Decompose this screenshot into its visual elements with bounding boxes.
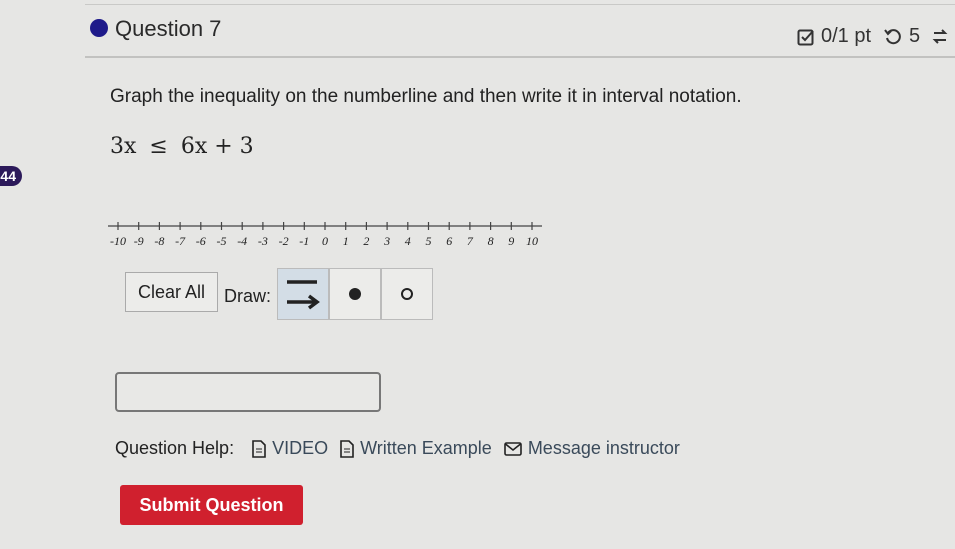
header-divider [85, 56, 955, 58]
written-example-label: Written Example [360, 438, 492, 458]
score-text: 0/1 pt [821, 25, 872, 47]
retry-icon[interactable] [883, 27, 903, 47]
envelope-icon [504, 441, 522, 456]
closed-dot-tool-button[interactable] [329, 268, 382, 320]
inequality-operator: ≤ [149, 134, 168, 159]
number-line-label: -9 [134, 234, 144, 248]
number-line-label: 1 [343, 234, 349, 248]
checkbox-icon [797, 29, 814, 45]
retries-count: 5 [909, 25, 921, 47]
open-dot-tool-button[interactable] [381, 268, 434, 320]
clear-all-button[interactable]: Clear All [125, 272, 219, 312]
message-instructor-label: Message instructor [527, 438, 680, 458]
number-line-label: -8 [154, 234, 164, 248]
number-line-label: -5 [217, 234, 227, 248]
written-example-link[interactable]: Written Example [340, 438, 492, 459]
number-line-label: -3 [258, 234, 268, 248]
inequality-right: 6x + 3 [180, 134, 254, 159]
message-instructor-link[interactable]: Message instructor [504, 438, 680, 459]
inequality-expression: 3x ≤ 6x + 3 [110, 134, 254, 159]
question-help: Question Help: VIDEO Written Example Mes… [115, 438, 680, 459]
number-line-label: 4 [405, 234, 411, 248]
submit-question-button[interactable]: Submit Question [120, 485, 303, 525]
filled-dot-icon [349, 288, 362, 300]
top-divider [85, 4, 955, 5]
question-help-label: Question Help: [115, 438, 235, 458]
number-line-label: -10 [110, 234, 126, 248]
number-line-label: -2 [279, 234, 289, 248]
number-line-label: 9 [508, 234, 514, 248]
number-line-label: 3 [383, 234, 390, 248]
video-link[interactable]: VIDEO [252, 438, 328, 459]
swap-icon[interactable] [932, 27, 948, 47]
number-line-label: -1 [299, 234, 309, 248]
number-line-label: 2 [363, 234, 369, 248]
number-line[interactable]: -10 -9 -8 -7 -6 -5 -4 -3 -2 -1 0 1 2 3 4 5 6 7 8 9 10 [100, 218, 550, 252]
number-line-label: -4 [237, 234, 247, 248]
question-number-badge[interactable]: 44 [0, 166, 22, 186]
graph-controls: Clear All Draw: [125, 268, 434, 320]
number-line-label: 6 [446, 234, 452, 248]
number-line-label: 0 [322, 234, 328, 248]
draw-label: Draw: [224, 285, 272, 306]
score-bar: 0/1 pt 5 [797, 25, 948, 48]
number-line-label: -6 [196, 234, 206, 248]
ray-tool-button[interactable] [277, 268, 330, 320]
line-arrow-icon [287, 280, 320, 310]
question-title: Question 7 [115, 16, 222, 41]
document-icon [252, 439, 266, 458]
inequality-left: 3x [110, 134, 137, 159]
video-link-label: VIDEO [272, 438, 329, 458]
question-status-dot [90, 19, 108, 37]
question-prompt: Graph the inequality on the numberline a… [110, 86, 742, 107]
interval-answer-input[interactable] [115, 372, 381, 412]
number-line-label: -7 [175, 234, 186, 248]
number-line-label: 8 [488, 234, 494, 248]
number-line-label: 5 [426, 234, 432, 248]
number-line-label: 10 [526, 234, 538, 248]
open-dot-icon [401, 288, 414, 300]
number-line-label: 7 [467, 234, 474, 248]
document-icon [340, 439, 354, 458]
